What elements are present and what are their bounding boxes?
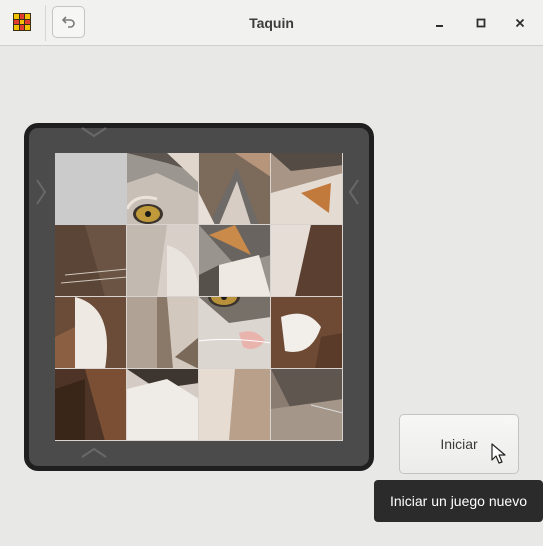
undo-icon — [61, 16, 75, 28]
header-bar: Taquin — [0, 0, 543, 46]
header-separator — [45, 5, 46, 41]
puzzle-board — [24, 123, 374, 471]
puzzle-tile[interactable] — [55, 225, 127, 297]
chevron-right-icon[interactable] — [34, 178, 48, 206]
puzzle-tile[interactable] — [271, 297, 343, 369]
chevron-left-icon[interactable] — [347, 178, 361, 206]
minimize-button[interactable] — [428, 11, 452, 35]
puzzle-tile[interactable] — [55, 369, 127, 441]
minimize-icon — [436, 25, 443, 27]
puzzle-tile[interactable] — [271, 153, 343, 225]
tooltip: Iniciar un juego nuevo — [374, 480, 543, 522]
puzzle-tile[interactable] — [127, 225, 199, 297]
puzzle-tile[interactable] — [127, 369, 199, 441]
puzzle-tile[interactable] — [271, 225, 343, 297]
chevron-up-icon[interactable] — [80, 446, 108, 460]
taquin-grid-icon — [13, 13, 31, 31]
puzzle-tile[interactable] — [271, 369, 343, 441]
close-button[interactable] — [508, 11, 532, 35]
empty-tile — [55, 153, 127, 225]
puzzle-tile[interactable] — [199, 297, 271, 369]
puzzle-grid — [55, 153, 343, 441]
puzzle-tile[interactable] — [199, 369, 271, 441]
maximize-button[interactable] — [469, 11, 493, 35]
mouse-pointer-icon — [491, 443, 506, 464]
undo-button[interactable] — [52, 6, 85, 38]
maximize-icon — [476, 18, 486, 28]
puzzle-tile[interactable] — [199, 225, 271, 297]
close-icon — [515, 18, 525, 28]
puzzle-tile[interactable] — [127, 153, 199, 225]
puzzle-tile[interactable] — [55, 297, 127, 369]
puzzle-tile[interactable] — [127, 297, 199, 369]
chevron-down-icon[interactable] — [80, 125, 108, 139]
puzzle-tile[interactable] — [199, 153, 271, 225]
